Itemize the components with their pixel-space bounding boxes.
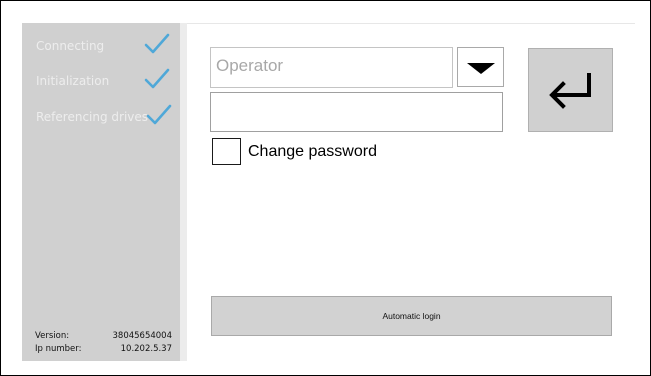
panel-divider [180, 23, 187, 361]
ip-value: 10.202.5.37 [120, 344, 172, 354]
ip-info: Ip number: 10.202.5.37 [35, 343, 172, 355]
password-field[interactable] [210, 92, 503, 132]
version-info: Version: 38045654004 [35, 330, 172, 342]
step-label: Connecting [36, 39, 105, 53]
status-panel: Connecting Initialization Referencing dr… [22, 23, 180, 361]
checkmark-icon [144, 33, 170, 54]
version-value: 38045654004 [112, 331, 173, 341]
status-step-initialization: Initialization [36, 68, 176, 91]
change-password-checkbox[interactable]: Change password [212, 138, 412, 165]
automatic-login-label: Automatic login [382, 311, 441, 321]
status-step-connecting: Connecting [36, 33, 176, 56]
enter-arrow-icon [549, 73, 591, 109]
status-step-referencing: Referencing drives [36, 104, 176, 127]
checkmark-icon [144, 68, 170, 89]
version-label: Version: [35, 331, 70, 341]
checkbox-box[interactable] [212, 138, 241, 165]
app-window: Connecting Initialization Referencing dr… [0, 0, 651, 376]
user-dropdown-button[interactable] [457, 47, 504, 87]
change-password-label: Change password [248, 143, 377, 160]
login-enter-button[interactable] [528, 48, 613, 132]
user-placeholder: Operator [216, 56, 284, 75]
operator-user-field[interactable]: Operator [210, 47, 453, 88]
top-divider [187, 23, 635, 24]
step-label: Initialization [36, 74, 110, 88]
ip-label: Ip number: [35, 344, 82, 354]
triangle-down-icon [467, 63, 495, 74]
automatic-login-button[interactable]: Automatic login [211, 296, 612, 336]
step-label: Referencing drives [36, 110, 149, 124]
checkmark-icon [146, 104, 172, 125]
